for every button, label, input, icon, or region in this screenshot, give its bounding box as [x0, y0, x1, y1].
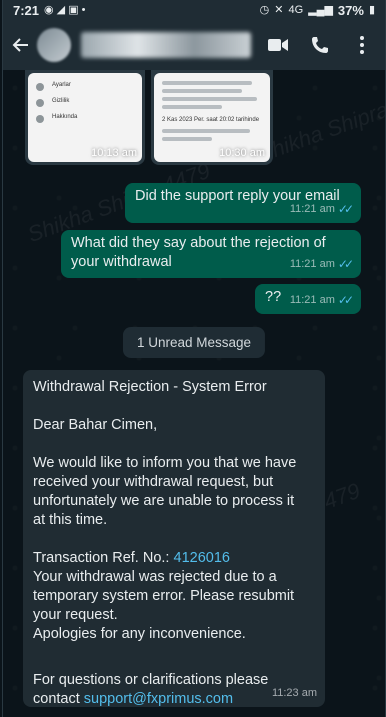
message-text: We would like to inform you that we have: [33, 455, 297, 471]
message-time: 11:21 am: [289, 294, 335, 306]
network-label: 4G: [288, 3, 304, 16]
incoming-message[interactable]: Withdrawal Rejection - System Error Dear…: [23, 370, 325, 707]
avatar[interactable]: [37, 28, 71, 62]
image-message[interactable]: 2 Kas 2023 Per. saat 20:02 tarihinde 10:…: [151, 70, 273, 165]
battery-percent: 37%: [337, 2, 364, 18]
message-list[interactable]: Shikha Shipra 4479 Shikha Shipra 4479 Sh…: [3, 70, 385, 717]
message-time: 11:21 am: [289, 203, 335, 215]
video-call-icon[interactable]: [267, 34, 289, 56]
contact-name-blurred[interactable]: [81, 32, 251, 58]
message-time: 11:21 am: [289, 258, 335, 270]
battery-icon: ▮: [368, 3, 375, 16]
outgoing-message[interactable]: Did the support reply your email 11:21 a…: [125, 183, 361, 223]
ref-label: Transaction Ref. No.:: [33, 550, 174, 566]
message-time: 11:23 am: [271, 687, 317, 699]
preview-text: 2 Kas 2023 Per. saat 20:02 tarihinde: [162, 117, 260, 123]
outgoing-message[interactable]: ?? 11:21 am ✓✓: [255, 284, 361, 314]
message-text: What did they say about the rejection of: [71, 235, 326, 251]
read-receipt-icon: ✓✓: [337, 202, 354, 216]
message-text: Your withdrawal was rejected due to a: [33, 569, 277, 585]
message-text: Apologies for any inconvenience.: [33, 626, 246, 642]
status-time: 7:21: [13, 2, 40, 18]
mute-icon: ✕: [274, 3, 284, 16]
message-text: your request.: [33, 607, 118, 623]
watermark: Shikha Shipra 4479: [254, 78, 386, 168]
message-text: unfortunately we are unable to process i…: [33, 493, 295, 509]
status-bar: 7:21 ◉ ◢ ▣ • ◷ ✕ 4G ▂▄▆ 37% ▮: [3, 0, 385, 20]
signal-icon: ▂▄▆: [308, 3, 333, 16]
alarm-icon: ◷: [259, 3, 270, 16]
message-text: temporary system error. Please resubmit: [33, 588, 295, 604]
message-greeting: Dear Bahar Cimen,: [33, 417, 158, 433]
chat-header: [3, 20, 385, 70]
phone-icon[interactable]: [309, 34, 331, 56]
read-receipt-icon: ✓✓: [337, 257, 354, 271]
message-time: 10:13 am: [91, 147, 137, 159]
more-vertical-icon[interactable]: [351, 34, 373, 56]
chat-screen: 7:21 ◉ ◢ ▣ • ◷ ✕ 4G ▂▄▆ 37% ▮ Shikha Shi…: [2, 0, 386, 717]
read-receipt-icon: ✓✓: [337, 293, 354, 307]
message-time: 10:30 am: [219, 147, 265, 159]
notification-icons: ◉ ◢ ▣ •: [44, 3, 86, 16]
outgoing-message[interactable]: What did they say about the rejection of…: [61, 230, 361, 278]
preview-text: Gizlilik: [52, 98, 70, 104]
image-message[interactable]: Ayarlar Gizlilik Hakkında 10:13 am: [25, 70, 145, 165]
message-text: received your withdrawal request, but: [33, 474, 274, 490]
unread-separator: 1 Unread Message: [122, 327, 266, 358]
email-link[interactable]: support@fxprimus.com: [84, 691, 233, 707]
message-text: at this time.: [33, 512, 108, 528]
message-text: contact: [33, 691, 84, 707]
message-subject: Withdrawal Rejection - System Error: [33, 379, 267, 395]
preview-text: Hakkında: [52, 114, 78, 120]
ref-number-link[interactable]: 4126016: [174, 550, 230, 566]
arrow-left-icon[interactable]: [11, 34, 33, 56]
preview-text: Ayarlar: [52, 82, 71, 88]
